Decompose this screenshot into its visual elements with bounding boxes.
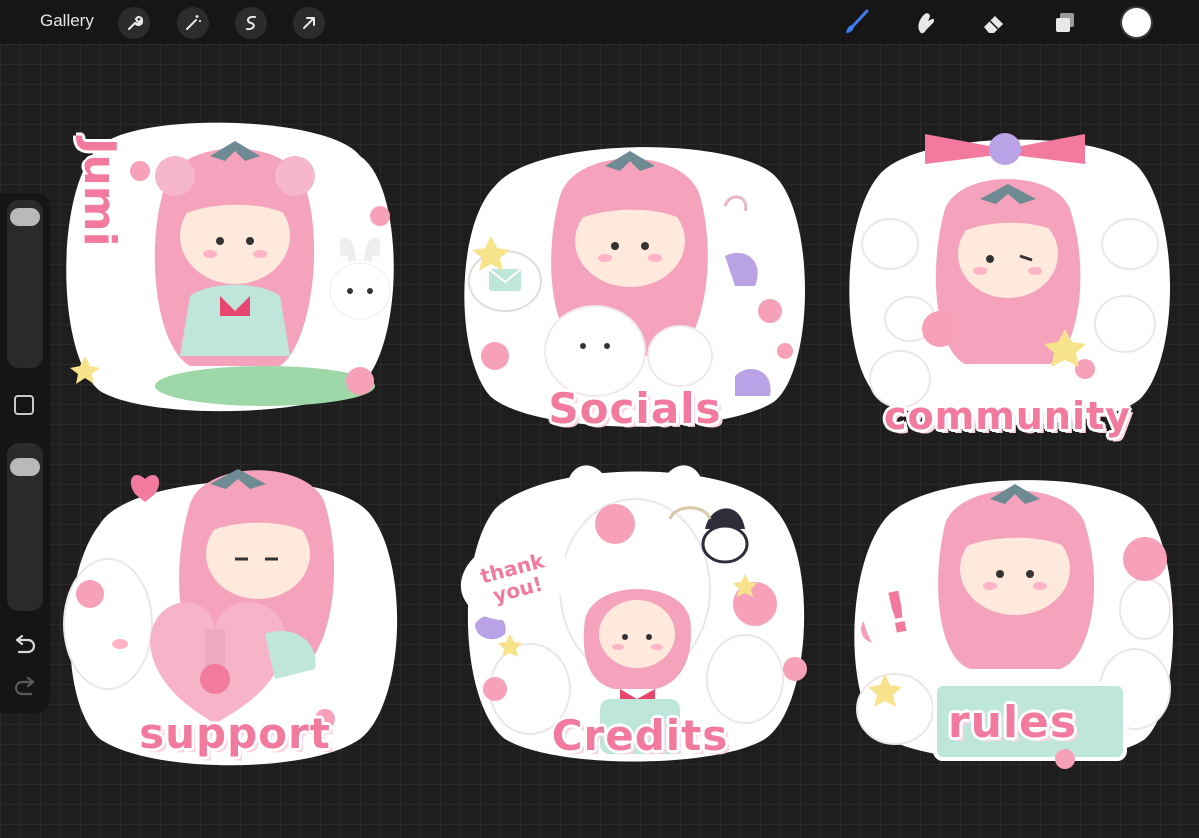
- opacity-slider[interactable]: [7, 443, 43, 611]
- top-toolbar: Gallery: [0, 0, 1199, 44]
- sticker-support: support: [60, 454, 410, 774]
- color-well[interactable]: [1122, 8, 1151, 37]
- smudge-icon[interactable]: [908, 6, 942, 40]
- brush-size-slider[interactable]: [7, 200, 43, 368]
- selection-icon[interactable]: [235, 7, 267, 39]
- sticker-socials: Socials: [455, 136, 815, 436]
- transform-arrow-icon[interactable]: [293, 7, 325, 39]
- sticker-label-credits: Credits: [551, 711, 729, 760]
- sticker-label-jumi: Jumi: [74, 138, 125, 247]
- eraser-icon[interactable]: [977, 6, 1011, 40]
- sticker-rules: ! rules: [845, 459, 1180, 769]
- undo-icon[interactable]: [13, 634, 37, 662]
- magic-wand-icon[interactable]: [177, 7, 209, 39]
- sticker-label-support: support: [139, 709, 331, 758]
- sticker-label-community: community: [884, 394, 1131, 438]
- drawing-canvas[interactable]: Jumi Socials community support thank you…: [0, 44, 1199, 838]
- sticker-credits: thank you! Credits: [451, 449, 825, 769]
- wrench-icon[interactable]: [118, 7, 150, 39]
- gallery-button[interactable]: Gallery: [40, 11, 94, 31]
- modify-button[interactable]: [14, 395, 34, 415]
- left-sidebar: [0, 193, 50, 713]
- brush-size-thumb[interactable]: [10, 208, 40, 226]
- sticker-jumi: Jumi: [60, 116, 410, 416]
- opacity-thumb[interactable]: [10, 458, 40, 476]
- redo-icon[interactable]: [13, 676, 37, 704]
- layers-icon[interactable]: [1048, 6, 1082, 40]
- brush-icon[interactable]: [839, 6, 873, 40]
- sticker-label-rules: rules: [947, 697, 1078, 748]
- sticker-label-socials: Socials: [548, 384, 722, 433]
- sticker-community: community: [840, 129, 1175, 438]
